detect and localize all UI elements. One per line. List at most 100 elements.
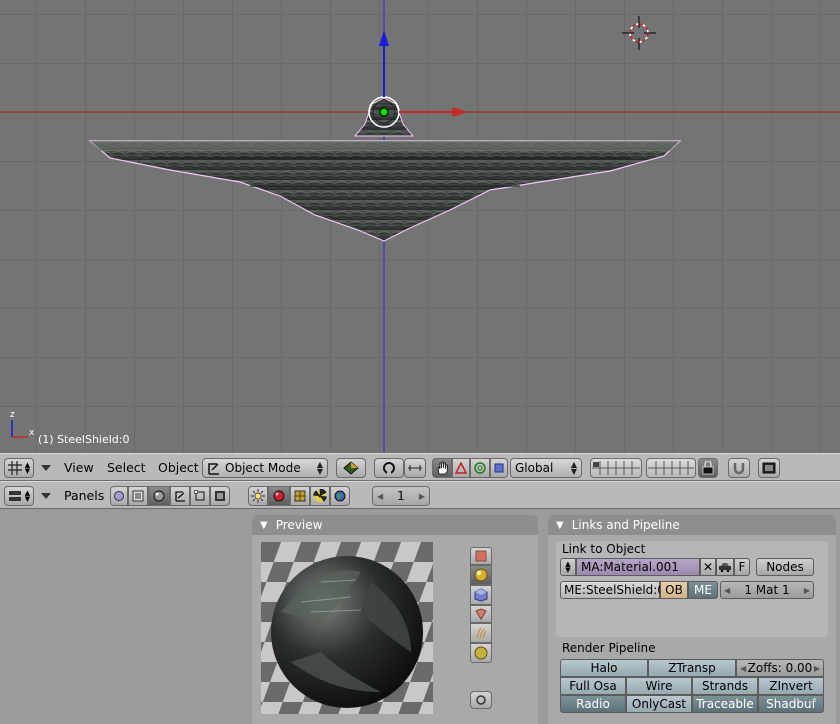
scene-context-button[interactable] bbox=[210, 486, 230, 506]
world-subcontext-button[interactable] bbox=[330, 486, 350, 506]
mode-select[interactable]: Object Mode ▲ ▼ bbox=[202, 458, 328, 478]
sky-sphere-icon bbox=[474, 646, 488, 660]
menu-view[interactable]: View bbox=[64, 460, 94, 475]
wire-button[interactable]: Wire bbox=[626, 677, 692, 695]
radio-button[interactable]: Radio bbox=[560, 695, 626, 713]
frame-number-field[interactable]: ◀ 1 ▶ bbox=[372, 486, 430, 506]
editor-type-button[interactable]: ▲ ▼ bbox=[4, 486, 34, 506]
zoffs-field[interactable]: ◀ Zoffs: 0.00 ▶ bbox=[736, 659, 824, 677]
pivot-button[interactable] bbox=[374, 458, 404, 478]
logic-icon bbox=[114, 491, 124, 501]
zinvert-label: ZInvert bbox=[769, 679, 813, 693]
decrement-arrow-icon[interactable]: ◀ bbox=[740, 664, 746, 673]
3d-view-header: ▲ ▼ View Select Object Object Mode ▲ ▼ G… bbox=[0, 453, 840, 481]
radioactive-icon bbox=[313, 489, 327, 502]
z-arrow-icon bbox=[379, 30, 389, 46]
snap-button[interactable] bbox=[728, 458, 750, 478]
material-name-field[interactable]: MA:Material.001 bbox=[576, 558, 700, 576]
links-pipeline-panel-title: Links and Pipeline bbox=[571, 518, 680, 532]
nodes-button[interactable]: Nodes bbox=[756, 558, 814, 576]
layer-buttons-2[interactable] bbox=[646, 458, 696, 478]
mode-select-value: Object Mode bbox=[225, 461, 301, 475]
preview-monkey-button[interactable] bbox=[470, 605, 492, 623]
onlycast-label: OnlyCast bbox=[631, 697, 687, 711]
layers-icon bbox=[592, 461, 640, 475]
material-name-value: MA:Material.001 bbox=[581, 560, 679, 574]
updown-icon: ▲ ▼ bbox=[565, 560, 571, 574]
layer-buttons-1[interactable] bbox=[590, 458, 642, 478]
increment-arrow-icon[interactable]: ▶ bbox=[814, 664, 820, 673]
collapse-menu-icon[interactable] bbox=[41, 493, 51, 499]
collapse-menu-icon[interactable] bbox=[41, 465, 51, 471]
manipulator-button[interactable] bbox=[404, 458, 426, 478]
editing-context-button[interactable] bbox=[190, 486, 210, 506]
decrement-arrow-icon[interactable]: ◀ bbox=[724, 586, 730, 595]
full-osa-button[interactable]: Full Osa bbox=[560, 677, 626, 695]
script-context-button[interactable] bbox=[128, 486, 148, 506]
3d-viewport[interactable]: z x (1) SteelShield:0 bbox=[0, 0, 840, 453]
material-index-field[interactable]: ◀ 1 Mat 1 ▶ bbox=[720, 581, 814, 599]
link-ob-button[interactable]: OB bbox=[660, 581, 688, 599]
viewport-canvas[interactable] bbox=[0, 0, 840, 453]
lamp-subcontext-button[interactable] bbox=[248, 486, 268, 506]
texture-subcontext-button[interactable] bbox=[290, 486, 310, 506]
traceable-button[interactable]: Traceable bbox=[692, 695, 758, 713]
preview-sky-button[interactable] bbox=[470, 643, 492, 663]
object-context-button[interactable] bbox=[170, 486, 190, 506]
shadbuf-button[interactable]: Shadbuf bbox=[758, 695, 824, 713]
strands-button[interactable]: Strands bbox=[692, 677, 758, 695]
magnet-icon bbox=[733, 463, 745, 475]
unlink-material-button[interactable]: ✕ bbox=[700, 558, 716, 576]
translate-manipulator[interactable] bbox=[452, 458, 470, 478]
editor-type-button[interactable]: ▲ ▼ bbox=[4, 458, 34, 478]
halo-button[interactable]: Halo bbox=[560, 659, 648, 677]
menu-select[interactable]: Select bbox=[107, 460, 146, 475]
increment-arrow-icon[interactable]: ▶ bbox=[419, 492, 425, 501]
collapse-triangle-icon[interactable]: ▼ bbox=[260, 520, 268, 531]
auto-name-button[interactable] bbox=[716, 558, 734, 576]
ztransp-button[interactable]: ZTransp bbox=[648, 659, 736, 677]
decrement-arrow-icon[interactable]: ◀ bbox=[377, 492, 383, 501]
layers-icon bbox=[648, 461, 694, 475]
lock-layers-button[interactable] bbox=[698, 458, 718, 478]
close-x-icon: ✕ bbox=[702, 560, 714, 574]
shading-context-button[interactable] bbox=[148, 486, 170, 506]
preview-refresh-button[interactable] bbox=[470, 691, 492, 709]
zinvert-button[interactable]: ZInvert bbox=[758, 677, 824, 695]
orientation-select[interactable]: Global ▲ ▼ bbox=[510, 458, 582, 478]
widget-icon bbox=[408, 465, 422, 471]
sun-icon bbox=[251, 489, 265, 503]
render-button[interactable] bbox=[758, 458, 780, 478]
manipulator-toggle[interactable] bbox=[432, 458, 452, 478]
preview-cube-button[interactable] bbox=[470, 585, 492, 605]
radiosity-subcontext-button[interactable] bbox=[310, 486, 330, 506]
preview-plane-button[interactable] bbox=[470, 547, 492, 565]
render-image-icon bbox=[762, 462, 776, 474]
lock-icon bbox=[702, 461, 714, 475]
me-label: ME bbox=[694, 583, 712, 597]
gem-icon bbox=[475, 608, 487, 620]
fake-user-button[interactable]: F bbox=[734, 558, 750, 576]
material-subcontext-button[interactable] bbox=[268, 486, 290, 506]
orientation-select-value: Global bbox=[515, 461, 554, 475]
preview-panel-header[interactable]: ▼ Preview bbox=[252, 515, 538, 535]
preview-hair-button[interactable] bbox=[470, 623, 492, 643]
link-me-button[interactable]: ME bbox=[688, 581, 718, 599]
logic-context-button[interactable] bbox=[110, 486, 128, 506]
mesh-name-field[interactable]: ME:SteelShield:0 bbox=[560, 581, 665, 599]
scale-manipulator[interactable] bbox=[490, 458, 508, 478]
updown-icon: ▲ ▼ bbox=[316, 460, 323, 476]
links-pipeline-panel-header[interactable]: ▼ Links and Pipeline bbox=[548, 515, 836, 535]
increment-arrow-icon[interactable]: ▶ bbox=[804, 586, 810, 595]
draw-type-button[interactable] bbox=[336, 458, 366, 478]
collapse-triangle-icon[interactable]: ▼ bbox=[556, 520, 564, 531]
rotate-manipulator[interactable] bbox=[470, 458, 490, 478]
menu-object[interactable]: Object bbox=[158, 460, 199, 475]
strands-label: Strands bbox=[701, 679, 749, 693]
preview-sphere-button[interactable] bbox=[470, 565, 492, 585]
material-browse-button[interactable]: ▲ ▼ bbox=[560, 558, 576, 576]
scale-square-icon bbox=[494, 463, 504, 473]
onlycast-button[interactable]: OnlyCast bbox=[626, 695, 692, 713]
link-to-object-label: Link to Object bbox=[562, 542, 646, 556]
world-globe-icon bbox=[334, 490, 346, 502]
